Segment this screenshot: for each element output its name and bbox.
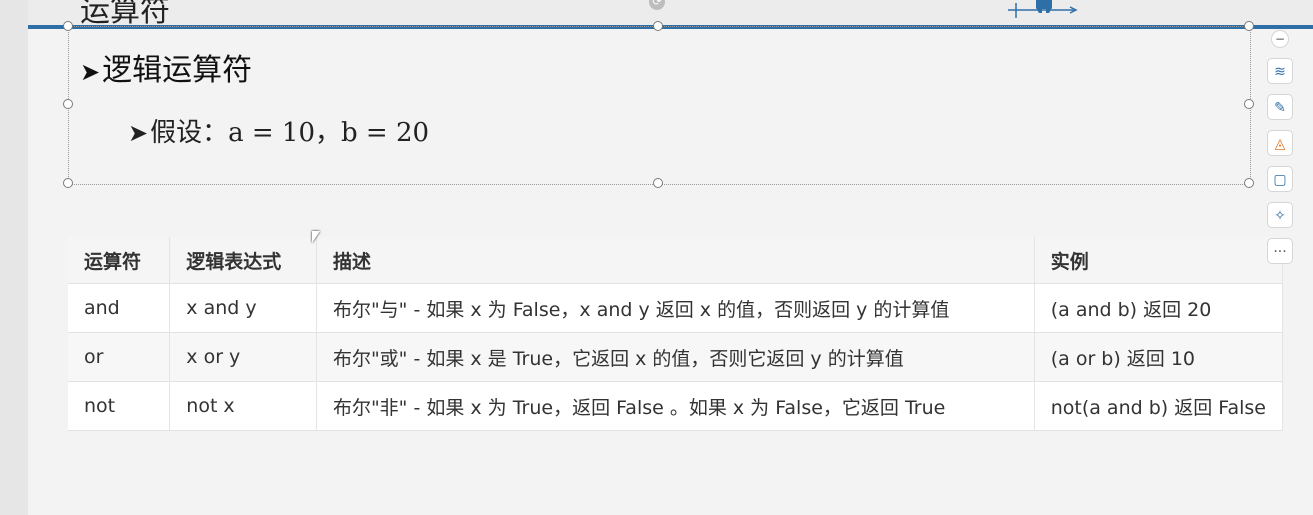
table-cell[interactable]: not(a and b) 返回 False [1034,381,1284,431]
bullet-arrow-icon: ➤ [80,58,101,86]
collapse-icon[interactable]: − [1271,30,1289,48]
assumption-line[interactable]: ➤假设：a = 10，b = 20 [128,112,429,149]
table-cell[interactable]: not [68,381,171,431]
table-row: not not x 布尔"非" - 如果 x 为 True，返回 False 。… [68,381,1284,431]
resize-handle-top[interactable] [653,21,663,31]
table-header: 运算符 [68,237,171,284]
section-heading[interactable]: ➤逻辑运算符 [80,45,252,89]
left-gutter [0,0,29,515]
table-header: 实例 [1034,237,1284,284]
table-cell[interactable]: 布尔"与" - 如果 x 为 False，x and y 返回 x 的值，否则返… [316,283,1035,333]
table-cell[interactable]: 布尔"或" - 如果 x 是 True，它返回 x 的值，否则它返回 y 的计算… [316,332,1035,382]
table-cell[interactable]: x and y [169,283,317,333]
resize-handle-right[interactable] [1244,99,1254,109]
table-cell[interactable]: (a and b) 返回 20 [1034,283,1284,333]
table-cell[interactable]: (a or b) 返回 10 [1034,332,1284,382]
resize-handle-top-left[interactable] [63,21,73,31]
layers-icon[interactable]: ≋ [1267,58,1293,84]
resize-handle-left[interactable] [63,99,73,109]
table-header-row: 运算符 逻辑表达式 描述 实例 [68,237,1284,284]
mouse-cursor-icon [312,231,320,243]
logo-icon [1008,0,1078,18]
frame-icon[interactable]: ▢ [1267,166,1293,192]
top-strip [28,0,1313,25]
floating-toolbar: − ≋ ✎ ◬ ▢ ✧ ··· [1267,30,1295,274]
brush-icon[interactable]: ✎ [1267,94,1293,120]
resize-handle-bottom-left[interactable] [63,178,73,188]
resize-handle-bottom-right[interactable] [1244,178,1254,188]
heading-text: 逻辑运算符 [102,53,253,88]
more-icon[interactable]: ··· [1267,238,1293,264]
fill-icon[interactable]: ◬ [1267,130,1293,156]
resize-handle-bottom[interactable] [653,178,663,188]
table-cell[interactable]: or [68,332,171,382]
table-row: and x and y 布尔"与" - 如果 x 为 False，x and y… [68,283,1284,333]
table-cell[interactable]: not x [169,381,317,431]
magic-wand-icon[interactable]: ✧ [1267,202,1293,228]
resize-handle-top-right[interactable] [1244,21,1254,31]
table-cell[interactable]: 布尔"非" - 如果 x 为 True，返回 False 。如果 x 为 Fal… [316,381,1035,431]
bullet-arrow-icon: ➤ [128,119,149,147]
table-header: 逻辑表达式 [169,237,317,284]
table-cell[interactable]: x or y [169,332,317,382]
slide-canvas[interactable]: 运算符 ⟳ ➤逻辑运算符 ➤假设：a = 10，b = 20 运算符 逻辑表达式… [28,0,1313,515]
table-header: 描述 [316,237,1035,284]
assumption-text: 假设：a = 10，b = 20 [150,118,430,148]
logic-operator-table[interactable]: 运算符 逻辑表达式 描述 实例 and x and y 布尔"与" - 如果 x… [68,237,1284,431]
table-cell[interactable]: and [68,283,171,333]
table-row: or x or y 布尔"或" - 如果 x 是 True，它返回 x 的值，否… [68,332,1284,382]
